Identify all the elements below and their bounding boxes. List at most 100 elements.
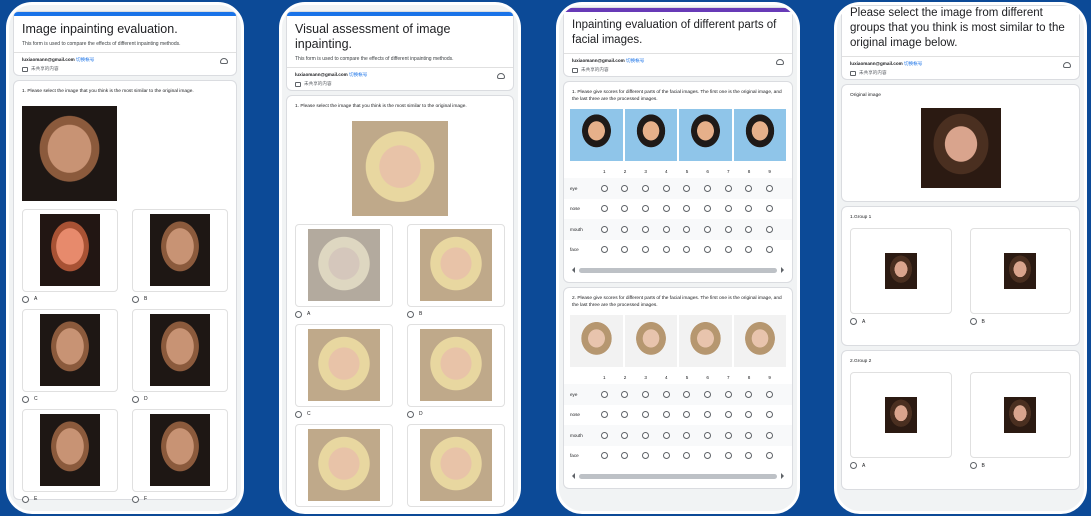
option-label-a: A bbox=[862, 462, 866, 469]
question-card: 1. Please select the image that you thin… bbox=[286, 95, 514, 514]
option-label-e: E bbox=[34, 496, 38, 502]
horizontal-scrollbar[interactable] bbox=[572, 266, 784, 274]
account-row: luxiaomann@gmail.com 切换帐号 未共享的内容 bbox=[287, 67, 513, 90]
option-label-b: B bbox=[419, 311, 423, 317]
radio-c[interactable] bbox=[22, 395, 29, 403]
share-status: 未共享的内容 bbox=[304, 81, 332, 86]
switch-account-link[interactable]: 切换帐号 bbox=[904, 61, 922, 66]
form-title: Image inpainting evaluation. bbox=[22, 22, 178, 36]
question-text: 1. Please select the image that you thin… bbox=[295, 104, 467, 109]
option-image-a[interactable] bbox=[22, 208, 118, 292]
option-image-f[interactable] bbox=[132, 408, 228, 492]
original-image bbox=[352, 120, 448, 216]
original-image bbox=[22, 105, 117, 201]
radio-d[interactable] bbox=[132, 395, 139, 403]
option-label-b: B bbox=[981, 318, 985, 325]
scroll-left-icon[interactable] bbox=[572, 473, 575, 479]
option-image-e[interactable] bbox=[295, 423, 393, 507]
radio-c[interactable] bbox=[295, 410, 302, 418]
option-label-d: D bbox=[419, 411, 423, 417]
option-label-c: C bbox=[307, 411, 311, 417]
form-header-card: Inpainting evaluation of different parts… bbox=[563, 7, 793, 77]
group2-option-image-b[interactable] bbox=[969, 372, 1071, 458]
option-label-a: A bbox=[307, 311, 311, 317]
option-label-d: D bbox=[144, 396, 148, 402]
account-email: luxiaomann@gmail.com bbox=[295, 72, 348, 77]
account-row: luxiaomann@gmail.com 切换帐号 未共享的内容 bbox=[14, 52, 236, 75]
grid-row-eye: eye bbox=[564, 178, 792, 199]
radio-a[interactable] bbox=[295, 310, 302, 318]
switch-account-link[interactable]: 切换帐号 bbox=[626, 58, 644, 63]
option-label-c: C bbox=[34, 396, 38, 402]
group1-option-image-b[interactable] bbox=[969, 228, 1071, 314]
option-label-e: E bbox=[307, 511, 311, 514]
switch-account-link[interactable]: 切换帐号 bbox=[76, 57, 94, 62]
account-row: luxiaomann@gmail.com 切换帐号 未共享的内容 bbox=[564, 53, 792, 76]
grid-row-nose: nose bbox=[564, 199, 792, 220]
group-1-card: 1.Group 1 A B bbox=[841, 206, 1080, 346]
group2-radio-b[interactable] bbox=[969, 462, 977, 469]
option-label-a: A bbox=[862, 318, 866, 325]
option-label-b: B bbox=[981, 462, 985, 469]
radio-e[interactable] bbox=[22, 495, 29, 503]
share-status: 未共享的内容 bbox=[31, 66, 59, 71]
question-card-1: 1. Please give scores for different part… bbox=[563, 81, 793, 283]
share-icon bbox=[295, 81, 301, 87]
radio-a[interactable] bbox=[22, 295, 29, 303]
image-strip bbox=[564, 309, 792, 367]
form-screen-facial-parts-evaluation: Inpainting evaluation of different parts… bbox=[556, 2, 800, 514]
radio-b[interactable] bbox=[407, 310, 414, 318]
cloud-icon bbox=[776, 59, 784, 65]
option-image-b[interactable] bbox=[407, 223, 505, 307]
grid-row-mouth: mouth bbox=[564, 219, 792, 240]
group1-radio-a[interactable] bbox=[850, 318, 857, 325]
option-image-c[interactable] bbox=[22, 308, 118, 392]
option-image-c[interactable] bbox=[295, 323, 393, 407]
question-text: 2. Please give scores for different part… bbox=[572, 296, 782, 308]
option-image-d[interactable] bbox=[132, 308, 228, 392]
radio-f[interactable] bbox=[407, 510, 414, 511]
group2-radio-a[interactable] bbox=[850, 462, 857, 469]
form-screen-image-inpainting-evaluation: Image inpainting evaluation. This form i… bbox=[6, 2, 244, 514]
option-image-f[interactable] bbox=[407, 423, 505, 507]
group2-option-image-a[interactable] bbox=[850, 372, 952, 458]
scroll-right-icon[interactable] bbox=[781, 267, 784, 273]
scroll-left-icon[interactable] bbox=[572, 267, 575, 273]
account-email: luxiaomann@gmail.com bbox=[572, 58, 625, 63]
radio-f[interactable] bbox=[132, 495, 139, 503]
option-label-a: A bbox=[34, 296, 38, 302]
grid-row-nose: nose bbox=[564, 405, 792, 426]
option-label-f: F bbox=[144, 496, 148, 502]
question-card-2: 2. Please give scores for different part… bbox=[563, 287, 793, 489]
radio-e[interactable] bbox=[295, 510, 302, 511]
form-header-card: Please select the image from different g… bbox=[841, 5, 1080, 80]
image-strip bbox=[564, 103, 792, 161]
original-image-label: Original image bbox=[850, 93, 881, 98]
share-icon bbox=[572, 67, 578, 73]
account-row: luxiaomann@gmail.com 切换帐号 未共享的内容 bbox=[842, 56, 1079, 79]
question-text: 1. Please select the image that you thin… bbox=[22, 89, 194, 94]
option-image-b[interactable] bbox=[132, 208, 228, 292]
grid-row-face: face bbox=[564, 240, 792, 261]
account-email: luxiaomann@gmail.com bbox=[22, 57, 75, 62]
form-header-card: Visual assessment of image inpainting. T… bbox=[286, 11, 514, 91]
scale-header: 123456789 bbox=[603, 169, 771, 174]
cloud-icon bbox=[497, 73, 505, 79]
horizontal-scrollbar[interactable] bbox=[572, 472, 784, 480]
group1-radio-b[interactable] bbox=[969, 318, 977, 325]
scroll-right-icon[interactable] bbox=[781, 473, 784, 479]
share-icon bbox=[22, 66, 28, 72]
cloud-icon bbox=[1063, 62, 1071, 68]
radio-d[interactable] bbox=[407, 410, 414, 418]
grid-row-eye: eye bbox=[564, 384, 792, 405]
option-image-d[interactable] bbox=[407, 323, 505, 407]
scale-header: 123456789 bbox=[603, 375, 771, 380]
switch-account-link[interactable]: 切换帐号 bbox=[349, 72, 367, 77]
group1-option-image-a[interactable] bbox=[850, 228, 952, 314]
radio-b[interactable] bbox=[132, 295, 139, 303]
form-title: Inpainting evaluation of different parts… bbox=[572, 19, 777, 46]
group-2-card: 2.Group 2 A B bbox=[841, 350, 1080, 490]
form-title: Visual assessment of image inpainting. bbox=[295, 22, 451, 51]
option-image-e[interactable] bbox=[22, 408, 118, 492]
option-image-a[interactable] bbox=[295, 223, 393, 307]
